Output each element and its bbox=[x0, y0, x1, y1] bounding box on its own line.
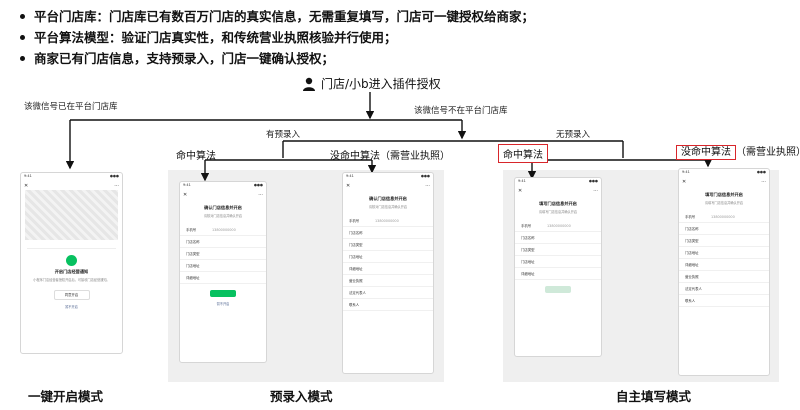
store-address-field[interactable]: 门店地址 bbox=[343, 251, 433, 263]
user-icon bbox=[302, 76, 316, 95]
phone-prefill-hit: 9:41 ●●● ✕ ··· 确认门店信息并开启 请核对门店信息并确认开启 手机号 1… bbox=[179, 181, 267, 363]
notice-sheet: 开启门店经营通知 小程序门店经营者授权开启后，可接收门店经营通知。 同意开启 暂… bbox=[27, 248, 116, 309]
fill-title: 填写门店信息并开启 bbox=[539, 201, 577, 206]
status-bar: 9:41 ●●● bbox=[682, 170, 766, 174]
store-icon bbox=[66, 255, 77, 266]
store-name-field[interactable]: 门店名称 bbox=[515, 232, 601, 244]
fill-subtitle: 请填写门店信息并确认开启 bbox=[538, 210, 578, 214]
store-address-field[interactable]: 门店地址 bbox=[515, 256, 601, 268]
contact-field[interactable]: 联系人 bbox=[679, 295, 769, 307]
detail-address-field[interactable]: 详细地址 bbox=[180, 272, 266, 284]
no-pre-entry-label: 无预录入 bbox=[556, 130, 591, 140]
store-type-field[interactable]: 门店类型 bbox=[515, 244, 601, 256]
status-bar: 9:41 ●●● bbox=[346, 174, 430, 178]
miss-algorithm-label: 没命中算法（需营业执照） bbox=[330, 151, 450, 162]
notice-body: 小程序门店经营者授权开启后，可接收门店经营通知。 bbox=[33, 278, 110, 282]
store-type-field[interactable]: 门店类型 bbox=[343, 239, 433, 251]
nav-bar: ✕ ··· bbox=[24, 183, 119, 189]
notice-accept-button[interactable]: 同意开启 bbox=[53, 290, 90, 300]
pre-entry-label: 有预录入 bbox=[266, 130, 301, 140]
phone-field: 手机号 13800000000 bbox=[343, 215, 433, 227]
phone-one-click: 9:41 ●●● ✕ ··· 开启门店经营通知 小程序门店经营者授权开启后，可接收门… bbox=[20, 172, 123, 354]
store-name-field[interactable]: 门店名称 bbox=[343, 227, 433, 239]
license-field[interactable]: 营业执照 bbox=[679, 271, 769, 283]
legal-person-field[interactable]: 法定代表人 bbox=[343, 287, 433, 299]
caption-pre-entry: 预录入模式 bbox=[270, 389, 333, 404]
fill-title: 填写门店信息并开启 bbox=[705, 192, 743, 197]
detail-address-field[interactable]: 详细地址 bbox=[343, 263, 433, 275]
miss-algorithm-boxed: 没命中算法 bbox=[676, 145, 736, 160]
right-condition-label: 该微信号不在平台门店库 bbox=[414, 106, 508, 116]
store-name-field[interactable]: 门店名称 bbox=[180, 236, 266, 248]
caption-self-fill: 自主填写模式 bbox=[616, 389, 692, 404]
left-condition-label: 该微信号已在平台门店库 bbox=[24, 102, 118, 112]
status-bar: 9:41 ●●● bbox=[183, 183, 263, 187]
license-field[interactable]: 营业执照 bbox=[343, 275, 433, 287]
notice-decline-link[interactable]: 暂不开启 bbox=[27, 304, 116, 309]
phone-field: 手机号 13800000000 bbox=[679, 211, 769, 223]
nav-bar: ✕ ··· bbox=[682, 179, 766, 185]
nav-bar: ✕ ··· bbox=[518, 188, 598, 194]
miss-algorithm-boxed-group: 没命中算法 （需营业执照） bbox=[676, 143, 800, 160]
detail-address-field[interactable]: 详细地址 bbox=[515, 268, 601, 280]
store-address-field[interactable]: 门店地址 bbox=[180, 260, 266, 272]
confirm-button[interactable] bbox=[210, 290, 236, 297]
hit-algorithm-boxed: 命中算法 bbox=[498, 144, 548, 163]
blurred-background bbox=[25, 190, 118, 240]
legal-person-field[interactable]: 法定代表人 bbox=[679, 283, 769, 295]
prefill-title: 确认门店信息并开启 bbox=[369, 196, 407, 201]
phone-self-fill-miss: 9:41 ●●● ✕ ··· 填写门店信息并开启 请填写门店信息并确认开启 手机号 1… bbox=[678, 168, 770, 376]
confirm-button[interactable] bbox=[545, 286, 571, 293]
phone-prefill-miss: 9:41 ●●● ✕ ··· 确认门店信息并开启 请核对门店信息并确认开启 手机号 1… bbox=[342, 172, 434, 374]
prefill-subtitle: 请核对门店信息并确认开启 bbox=[368, 205, 408, 209]
phone-field: 手机号 13800000000 bbox=[180, 224, 266, 236]
nav-bar: ✕ ··· bbox=[346, 183, 430, 189]
store-type-field[interactable]: 门店类型 bbox=[180, 248, 266, 260]
store-name-field[interactable]: 门店名称 bbox=[679, 223, 769, 235]
detail-address-field[interactable]: 详细地址 bbox=[679, 259, 769, 271]
cancel-link[interactable]: 暂不开启 bbox=[180, 301, 266, 306]
nav-bar: ✕ ··· bbox=[183, 192, 263, 198]
status-bar: 9:41 ●●● bbox=[24, 174, 119, 178]
status-bar: 9:41 ●●● bbox=[518, 179, 598, 183]
contact-field[interactable]: 联系人 bbox=[343, 299, 433, 311]
store-type-field[interactable]: 门店类型 bbox=[679, 235, 769, 247]
root-label: 门店/小b进入插件授权 bbox=[321, 77, 441, 91]
miss-algorithm-suffix: （需营业执照） bbox=[736, 147, 800, 158]
store-address-field[interactable]: 门店地址 bbox=[679, 247, 769, 259]
phone-self-fill-hit: 9:41 ●●● ✕ ··· 填写门店信息并开启 请填写门店信息并确认开启 手机号 1… bbox=[514, 177, 602, 357]
phone-field: 手机号 13800000000 bbox=[515, 220, 601, 232]
notice-title: 开启门店经营通知 bbox=[54, 269, 89, 274]
prefill-title: 确认门店信息并开启 bbox=[204, 205, 242, 210]
prefill-subtitle: 请核对门店信息并确认开启 bbox=[203, 214, 243, 218]
hit-algorithm-label: 命中算法 bbox=[176, 151, 216, 162]
fill-subtitle: 请填写门店信息并确认开启 bbox=[704, 201, 744, 205]
caption-one-click: 一键开启模式 bbox=[28, 389, 104, 404]
